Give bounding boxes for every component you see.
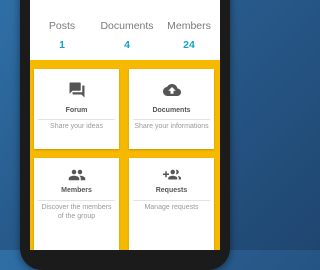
app-screen: Posts 1 Documents 4 Members 24 Forum Sha… <box>30 0 220 250</box>
group-stats-bar: Posts 1 Documents 4 Members 24 <box>30 20 220 60</box>
stat-posts[interactable]: Posts 1 <box>32 20 92 52</box>
stat-members-value: 24 <box>183 39 195 51</box>
stat-posts-label: Posts <box>48 20 76 32</box>
feature-grid: Forum Share your ideas Documents Share y… <box>30 60 220 250</box>
requests-divider <box>133 200 210 201</box>
forum-title: Forum <box>65 107 88 114</box>
documents-title: Documents <box>152 107 191 114</box>
requests-title: Requests <box>155 187 188 194</box>
documents-tile[interactable]: Documents Share your informations <box>129 69 214 149</box>
forum-icon <box>34 79 119 101</box>
forum-tile[interactable]: Forum Share your ideas <box>34 69 119 149</box>
stat-documents-value: 4 <box>124 39 130 51</box>
requests-tile[interactable]: Requests Manage requests <box>129 158 214 250</box>
documents-divider <box>133 119 210 120</box>
members-description: Discover the members of the group <box>41 204 112 220</box>
stat-documents[interactable]: Documents 4 <box>94 20 160 52</box>
cloud-upload-icon <box>129 79 214 101</box>
members-divider <box>38 200 115 201</box>
members-title: Members <box>61 187 92 194</box>
requests-description: Manage requests <box>144 204 199 211</box>
stat-posts-value: 1 <box>59 39 65 51</box>
forum-description: Share your ideas <box>50 123 103 130</box>
stat-members[interactable]: Members 24 <box>160 20 218 52</box>
stat-members-label: Members <box>167 20 211 32</box>
documents-description: Share your informations <box>134 123 209 130</box>
members-tile[interactable]: Members Discover the members of the grou… <box>34 158 119 250</box>
stat-documents-label: Documents <box>100 20 154 32</box>
group-icon <box>34 164 119 186</box>
group-add-icon <box>129 164 214 186</box>
forum-divider <box>38 119 115 120</box>
